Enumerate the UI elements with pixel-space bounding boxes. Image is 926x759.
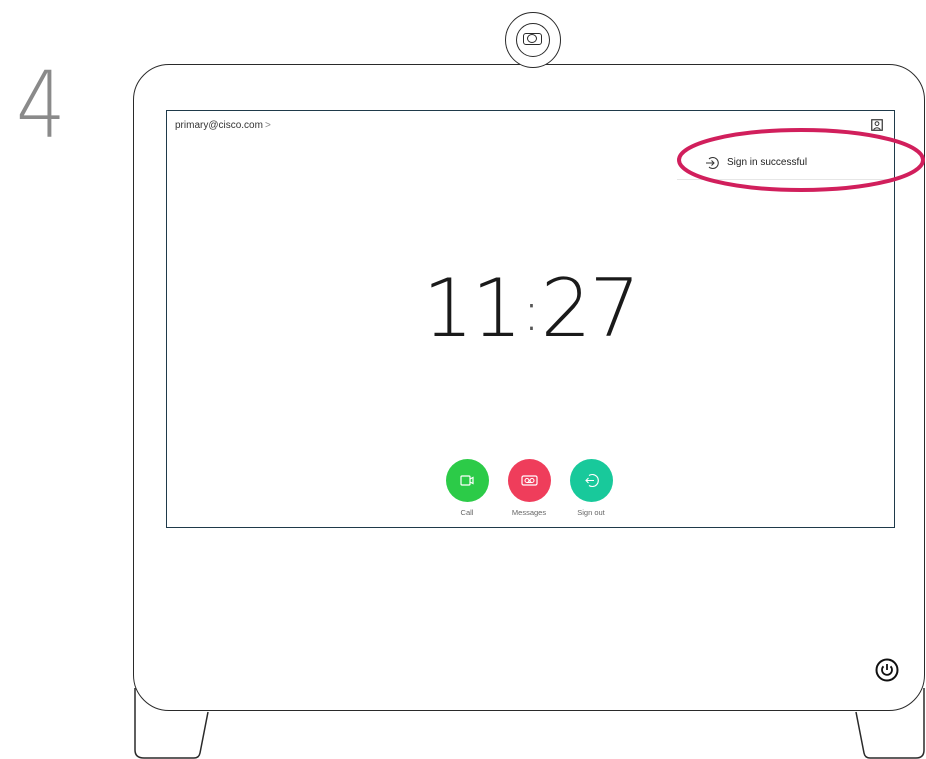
camera-lens-ring — [516, 23, 550, 57]
account-link[interactable]: primary@cisco.com > — [175, 120, 271, 131]
sign-out-button-circle[interactable] — [569, 459, 613, 502]
action-buttons: Call Messages Sign out — [437, 459, 627, 519]
sign-out-icon — [584, 473, 599, 488]
voicemail-icon — [520, 475, 538, 486]
call-button[interactable]: Call — [437, 459, 497, 517]
call-label: Call — [460, 508, 474, 517]
messages-label: Messages — [511, 508, 547, 517]
sign-out-button[interactable]: Sign out — [561, 459, 621, 517]
messages-button-circle[interactable] — [507, 459, 551, 502]
messages-button[interactable]: Messages — [499, 459, 559, 517]
clock: 11:27 — [167, 269, 894, 349]
clock-minutes: 27 — [540, 262, 641, 355]
power-icon[interactable] — [875, 658, 899, 682]
account-email: primary@cisco.com — [175, 120, 263, 131]
camera — [505, 12, 561, 68]
clock-separator: : — [522, 280, 540, 343]
device-stand-left — [134, 688, 209, 759]
camera-icon — [523, 33, 542, 45]
highlight-ellipse — [677, 128, 925, 192]
chevron-right-icon: > — [264, 120, 271, 131]
step-number: 4 — [16, 52, 66, 159]
call-button-circle[interactable] — [445, 459, 489, 502]
sign-out-label: Sign out — [577, 508, 605, 517]
device-stand-right — [855, 688, 925, 759]
video-camera-icon — [459, 475, 474, 486]
clock-hours: 11 — [422, 262, 523, 355]
